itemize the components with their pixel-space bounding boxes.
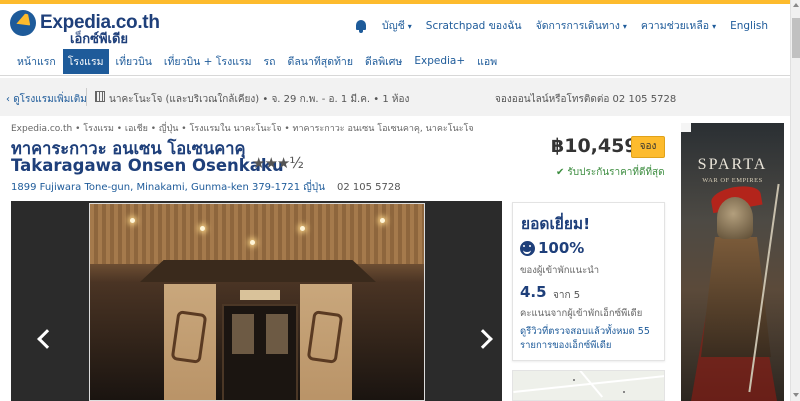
guest-score-scale: จาก 5 bbox=[553, 290, 581, 301]
language-link[interactable]: English bbox=[730, 20, 768, 32]
ad-choices-icon[interactable] bbox=[681, 123, 691, 132]
scroll-up-arrow-icon[interactable] bbox=[793, 3, 799, 7]
booking-phone: จองออนไลน์หรือโทรติดต่อ 02 105 5728 bbox=[495, 94, 677, 105]
noren-banner-right bbox=[300, 284, 352, 400]
smiley-icon bbox=[520, 241, 535, 256]
door-pane bbox=[232, 314, 254, 354]
globe-plane-icon bbox=[10, 10, 36, 36]
nav-expedia-plus[interactable]: Expedia+ bbox=[409, 51, 470, 71]
main-nav: หน้าแรก โรงแรม เที่ยวบิน เที่ยวบิน + โรง… bbox=[0, 48, 790, 74]
warrior-helmet bbox=[717, 197, 753, 239]
book-button[interactable]: จอง bbox=[631, 136, 665, 158]
help-label: ความช่วยเหลือ bbox=[640, 20, 710, 32]
notification-bell-icon[interactable] bbox=[354, 19, 368, 33]
entrance-door bbox=[222, 304, 298, 400]
trips-menu[interactable]: จัดการการเดินทาง ▾ bbox=[536, 17, 627, 34]
warrior-armor bbox=[701, 237, 771, 357]
guest-score-label: คะแนนจากผู้เข้าพักเอ็กซ์พีเดีย bbox=[520, 308, 643, 319]
price-guarantee[interactable]: ✔ รับประกันราคาที่ดีที่สุด bbox=[556, 165, 665, 180]
page-scrollbar[interactable] bbox=[790, 0, 800, 401]
hotel-price: ฿10,459 bbox=[551, 135, 638, 157]
scrollbar-thumb[interactable] bbox=[792, 18, 800, 58]
nav-hotels[interactable]: โรงแรม bbox=[62, 48, 109, 74]
chevron-down-icon: ▾ bbox=[712, 22, 717, 31]
scroll-down-arrow-icon[interactable] bbox=[793, 393, 799, 397]
building-icon bbox=[95, 91, 105, 102]
all-reviews-link[interactable]: ดูรีวิวที่ตรวจสอบแล้วทั้งหมด 55 รายการขอ… bbox=[520, 325, 662, 353]
map-marker bbox=[573, 379, 575, 381]
account-label: บัญชี bbox=[382, 20, 405, 32]
review-rating-title: ยอดเยี่ยม! bbox=[521, 215, 591, 233]
door-pane bbox=[266, 314, 288, 354]
calligraphy-glyph bbox=[170, 310, 208, 364]
top-header: Expedia.co.th เอ็กซ์พีเดีย บัญชี ▾ Scratc… bbox=[0, 0, 790, 47]
ceiling-light bbox=[250, 240, 255, 245]
nav-last-minute[interactable]: ดีลนาทีสุดท้าย bbox=[283, 49, 358, 74]
account-menu[interactable]: บัญชี ▾ bbox=[382, 17, 412, 34]
trips-label: จัดการการเดินทาง bbox=[535, 20, 620, 32]
nav-app[interactable]: แอพ bbox=[472, 49, 502, 74]
entrance-sign bbox=[240, 290, 280, 300]
nav-flight-hotel[interactable]: เที่ยวบิน + โรงแรม bbox=[159, 49, 257, 74]
photo-gallery bbox=[11, 201, 502, 401]
nav-flights[interactable]: เที่ยวบิน bbox=[111, 49, 157, 74]
hotel-photo[interactable] bbox=[89, 203, 425, 401]
ceiling-light bbox=[380, 218, 385, 223]
chevron-left-icon[interactable] bbox=[37, 329, 57, 349]
map-marker bbox=[623, 391, 625, 393]
help-menu[interactable]: ความช่วยเหลือ ▾ bbox=[641, 17, 716, 34]
nav-deals[interactable]: ดีลพิเศษ bbox=[360, 49, 407, 74]
location-map[interactable] bbox=[512, 370, 665, 401]
calligraphy-glyph bbox=[306, 310, 344, 364]
search-summary[interactable]: นาคะโนะโจ (และบริเวณใกล้เคียง) • จ. 29 ก… bbox=[109, 92, 409, 107]
hotel-phone: 02 105 5728 bbox=[336, 182, 401, 193]
guest-score: 4.5 bbox=[520, 283, 547, 301]
nav-divider bbox=[0, 75, 790, 76]
divider bbox=[86, 88, 87, 106]
checkmark-icon: ✔ bbox=[556, 167, 565, 178]
review-summary-card: ยอดเยี่ยม! 100% ของผู้เข้าพักแนะนำ 4.5 จ… bbox=[512, 202, 665, 361]
ad-subtitle: WAR OF EMPIRES bbox=[702, 177, 763, 184]
chevron-down-icon: ▾ bbox=[622, 22, 627, 31]
price-guarantee-label: รับประกันราคาที่ดีที่สุด bbox=[567, 167, 665, 178]
more-hotels-link[interactable]: ‹ ดูโรงแรมเพิ่มเติม bbox=[6, 92, 87, 107]
advertisement-banner[interactable]: SPARTA WAR OF EMPIRES bbox=[681, 123, 784, 401]
breadcrumb[interactable]: Expedia.co.th • โรงแรม • เอเชีย • ญี่ปุ่… bbox=[11, 121, 474, 135]
chevron-down-icon: ▾ bbox=[407, 22, 412, 31]
recommend-percent: 100% bbox=[538, 239, 585, 257]
more-hotels-label: ดูโรงแรมเพิ่มเติม bbox=[13, 94, 87, 105]
entrance-roof bbox=[140, 260, 376, 282]
hotel-name-english: Takaragawa Onsen Osenkaku bbox=[11, 156, 284, 175]
account-links: บัญชี ▾ Scratchpad ของฉัน จัดการการเดินทา… bbox=[354, 17, 768, 34]
ad-title: SPARTA bbox=[697, 156, 768, 173]
search-summary-bar: ‹ ดูโรงแรมเพิ่มเติม นาคะโนะโจ (และบริเวณ… bbox=[0, 78, 790, 116]
ceiling-light bbox=[130, 218, 135, 223]
nav-cars[interactable]: รถ bbox=[259, 49, 281, 74]
hotel-address: 1899 Fujiwara Tone-gun, Minakami, Gunma-… bbox=[11, 180, 401, 195]
scratchpad-link[interactable]: Scratchpad ของฉัน bbox=[426, 17, 522, 34]
address-link[interactable]: 1899 Fujiwara Tone-gun, Minakami, Gunma-… bbox=[11, 182, 325, 193]
ceiling-light bbox=[200, 226, 205, 231]
recommend-label: ของผู้เข้าพักแนะนำ bbox=[520, 265, 600, 276]
photo-ceiling bbox=[90, 204, 424, 264]
chevron-right-icon[interactable] bbox=[473, 329, 493, 349]
ceiling-light bbox=[300, 226, 305, 231]
noren-banner-left bbox=[164, 284, 216, 400]
nav-home[interactable]: หน้าแรก bbox=[12, 49, 61, 74]
star-rating-icon: ★★★½ bbox=[252, 154, 304, 172]
brand-subtitle: เอ็กซ์พีเดีย bbox=[70, 32, 129, 47]
